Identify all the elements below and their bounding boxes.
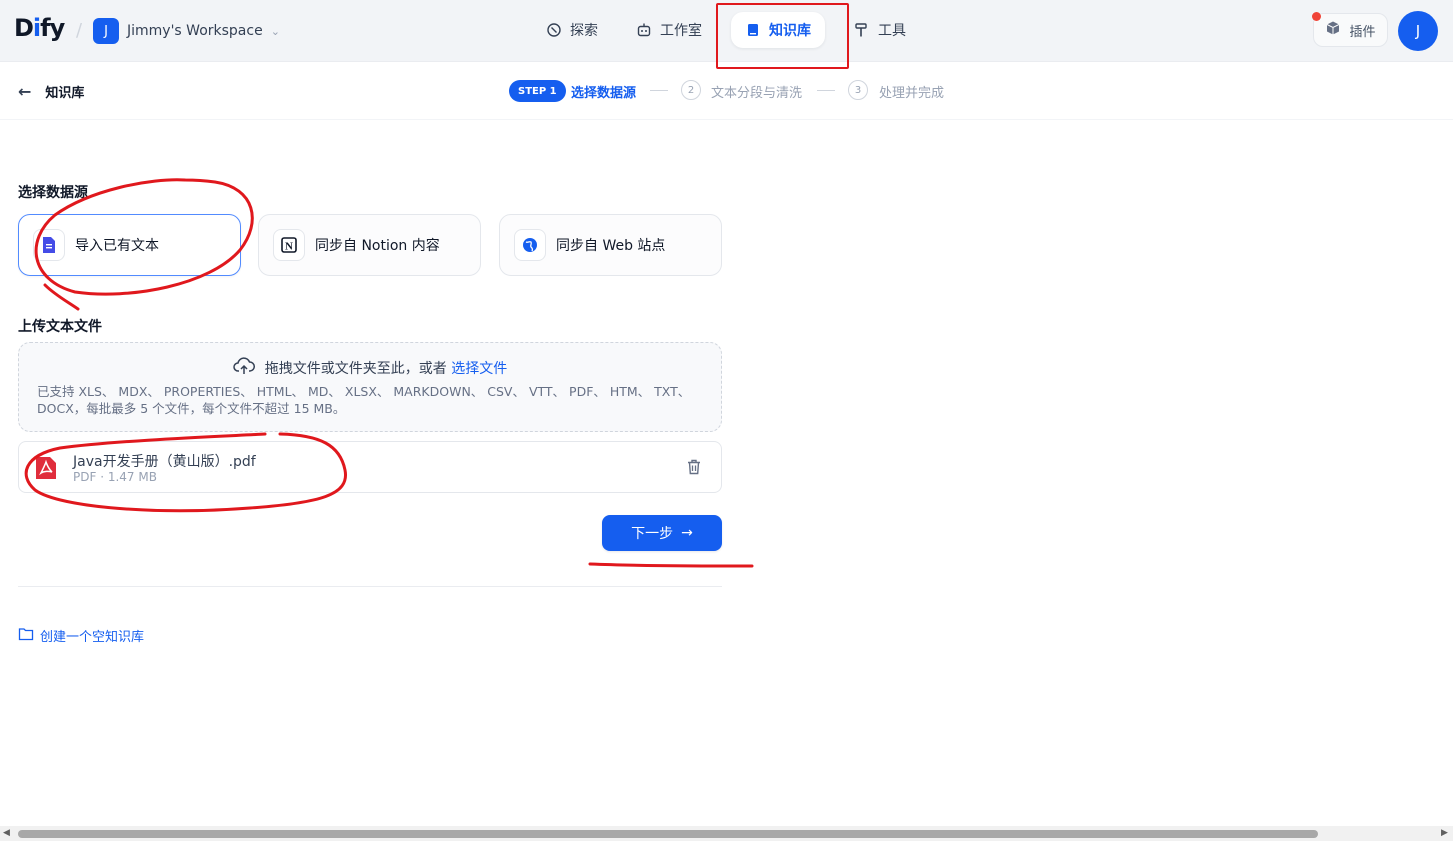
uploaded-file-item: Java开发手册（黄山版）.pdf PDF · 1.47 MB — [18, 441, 722, 493]
plugins-label: 插件 — [1349, 24, 1376, 40]
step3-label: 处理并完成 — [879, 86, 945, 101]
drop-text: 拖拽文件或文件夹至此，或者 — [264, 361, 447, 377]
user-avatar[interactable]: J — [1398, 11, 1438, 51]
cloud-upload-icon — [233, 357, 255, 379]
back-label: 知识库 — [45, 86, 85, 101]
source-option-notion-label: 同步自 Notion 内容 — [315, 238, 440, 254]
data-source-title: 选择数据源 — [18, 185, 88, 201]
file-meta: PDF · 1.47 MB — [73, 470, 157, 484]
workspace-name: Jimmy's Workspace — [127, 23, 263, 39]
notification-dot — [1312, 12, 1321, 21]
step2-number: 2 — [681, 80, 701, 100]
scroll-right-icon[interactable]: ▶ — [1441, 828, 1448, 838]
file-name: Java开发手册（黄山版）.pdf — [73, 454, 256, 470]
step1-label: 选择数据源 — [571, 86, 637, 101]
plugins-button[interactable]: 插件 — [1313, 13, 1388, 47]
document-icon — [33, 229, 65, 261]
nav-studio[interactable]: 工作室 — [622, 12, 716, 48]
file-dropzone[interactable]: 拖拽文件或文件夹至此，或者 选择文件 已支持 XLS、 MDX、 PROPERT… — [18, 342, 722, 432]
step-separator — [650, 90, 668, 91]
folder-icon — [18, 627, 34, 645]
source-option-web-label: 同步自 Web 站点 — [556, 238, 666, 254]
pdf-icon — [35, 456, 57, 480]
trash-icon[interactable] — [685, 458, 703, 476]
breadcrumb-separator: / — [76, 20, 83, 41]
nav-tools-label: 工具 — [878, 23, 906, 39]
workspace-avatar: J — [93, 18, 119, 44]
create-empty-label: 创建一个空知识库 — [40, 630, 145, 645]
source-option-file[interactable]: 导入已有文本 — [18, 214, 241, 276]
horizontal-scrollbar[interactable]: ◀ ▶ — [0, 826, 1453, 841]
annotation-highlight-box — [716, 3, 849, 69]
cube-icon — [1325, 20, 1341, 40]
scrollbar-thumb[interactable] — [18, 830, 1318, 838]
svg-text:N: N — [285, 241, 293, 253]
robot-icon — [636, 22, 652, 38]
upload-title: 上传文本文件 — [18, 319, 102, 335]
step-separator — [817, 90, 835, 91]
divider — [18, 586, 722, 587]
next-step-button[interactable]: 下一步 → — [602, 515, 722, 551]
compass-icon — [546, 22, 562, 38]
arrow-left-icon: ← — [18, 82, 32, 101]
dify-logo[interactable]: Dify — [14, 14, 65, 42]
globe-icon — [514, 229, 546, 261]
nav-explore[interactable]: 探索 — [532, 12, 612, 48]
source-option-web[interactable]: 同步自 Web 站点 — [499, 214, 722, 276]
create-empty-knowledge-link[interactable]: 创建一个空知识库 — [18, 626, 144, 645]
workspace-selector[interactable]: J Jimmy's Workspace ⌄ — [93, 17, 280, 45]
next-step-label: 下一步 — [631, 526, 674, 542]
step3-number: 3 — [848, 80, 868, 100]
back-to-knowledge[interactable]: ← 知识库 — [18, 82, 84, 101]
step1-badge: STEP 1 — [509, 80, 566, 102]
hammer-icon — [854, 22, 870, 38]
scroll-left-icon[interactable]: ◀ — [3, 828, 10, 838]
arrow-right-icon: → — [681, 525, 693, 541]
step2-label: 文本分段与清洗 — [711, 86, 803, 101]
select-file-link[interactable]: 选择文件 — [451, 361, 507, 377]
source-option-file-label: 导入已有文本 — [75, 238, 159, 254]
step-header: ← 知识库 STEP 1 选择数据源 2 文本分段与清洗 3 处理并完成 — [0, 62, 1453, 120]
supported-formats-tip: 已支持 XLS、 MDX、 PROPERTIES、 HTML、 MD、 XLSX… — [37, 384, 691, 416]
chevron-down-icon: ⌄ — [270, 24, 280, 38]
source-option-notion[interactable]: N 同步自 Notion 内容 — [258, 214, 481, 276]
nav-explore-label: 探索 — [570, 23, 598, 39]
nav-tools[interactable]: 工具 — [840, 12, 920, 48]
notion-icon: N — [273, 229, 305, 261]
nav-studio-label: 工作室 — [660, 23, 702, 39]
